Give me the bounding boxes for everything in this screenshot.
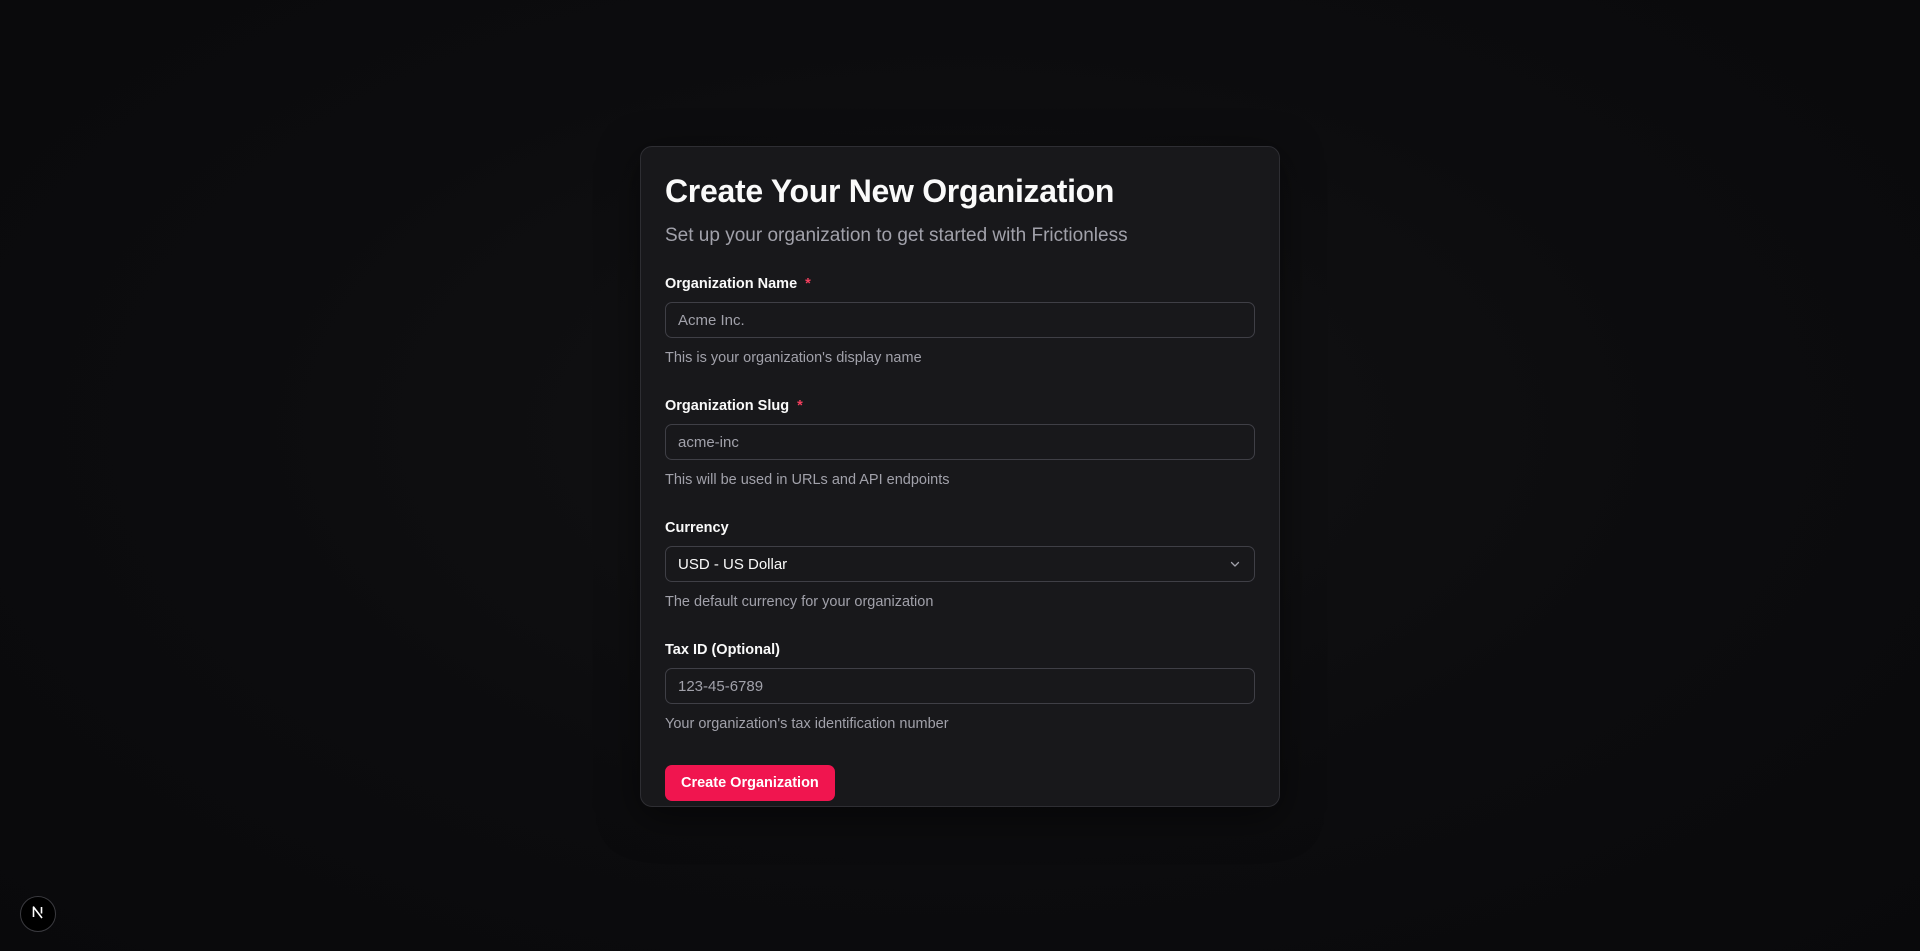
organization-name-label: Organization Name * <box>665 275 1255 293</box>
create-organization-button[interactable]: Create Organization <box>665 765 835 801</box>
create-organization-card: Create Your New Organization Set up your… <box>640 146 1280 807</box>
currency-select[interactable]: USD - US Dollar <box>665 546 1255 582</box>
required-marker: * <box>797 398 803 414</box>
organization-slug-label-text: Organization Slug <box>665 398 790 414</box>
currency-label-text: Currency <box>665 520 729 536</box>
organization-slug-field: Organization Slug * This will be used in… <box>665 397 1255 489</box>
organization-name-input[interactable] <box>665 302 1255 338</box>
tax-id-input[interactable] <box>665 668 1255 704</box>
page-subtitle: Set up your organization to get started … <box>665 225 1128 246</box>
currency-help: The default currency for your organizati… <box>665 594 934 610</box>
chevron-down-icon <box>1228 557 1242 571</box>
organization-name-help: This is your organization's display name <box>665 350 922 366</box>
page-title: Create Your New Organization <box>665 173 1115 209</box>
required-marker: * <box>805 276 811 292</box>
tax-id-label: Tax ID (Optional) <box>665 641 1255 659</box>
organization-name-label-text: Organization Name <box>665 276 798 292</box>
nextjs-logo-icon <box>29 903 47 926</box>
nextjs-dev-badge[interactable] <box>20 896 56 932</box>
tax-id-help: Your organization's tax identification n… <box>665 716 949 732</box>
organization-name-field: Organization Name * This is your organiz… <box>665 275 1255 367</box>
tax-id-label-text: Tax ID (Optional) <box>665 642 780 658</box>
currency-field: Currency USD - US Dollar The default cur… <box>665 519 1255 611</box>
currency-selected-value: USD - US Dollar <box>678 555 788 573</box>
currency-label: Currency <box>665 519 1255 537</box>
organization-slug-label: Organization Slug * <box>665 397 1255 415</box>
organization-slug-help: This will be used in URLs and API endpoi… <box>665 472 950 488</box>
tax-id-field: Tax ID (Optional) Your organization's ta… <box>665 641 1255 733</box>
organization-slug-input[interactable] <box>665 424 1255 460</box>
